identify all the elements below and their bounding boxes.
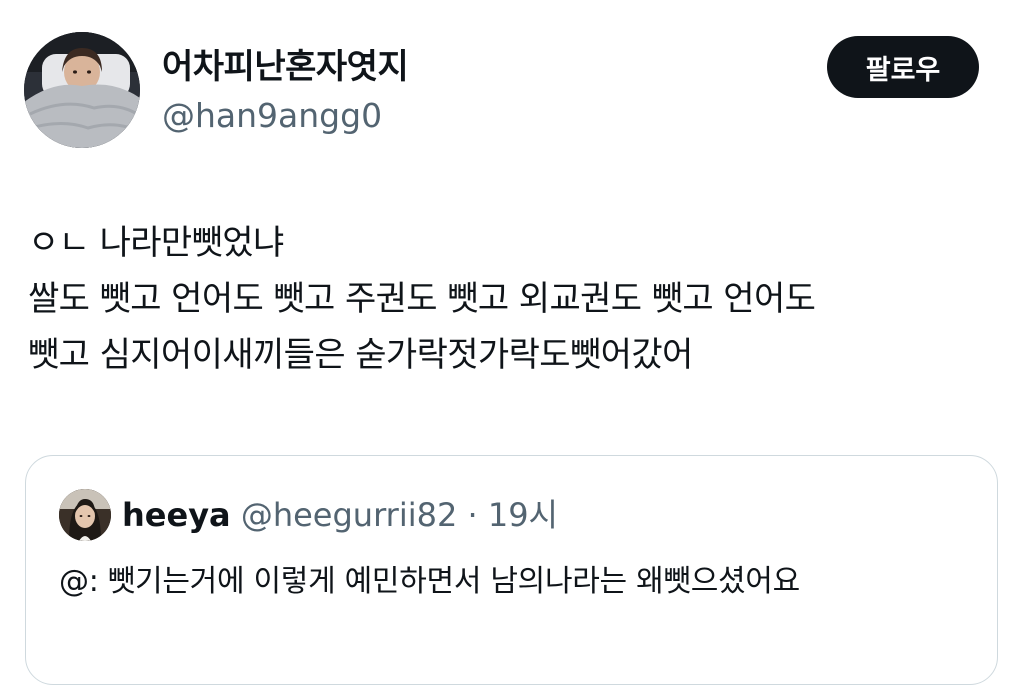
quoted-author-handle[interactable]: @heegurrii82: [241, 496, 458, 534]
quoted-author-name[interactable]: heeya: [122, 496, 231, 534]
quoted-tweet-card[interactable]: heeya @heegurrii82 · 19시 @: 뺏기는거에 이렇게 예민…: [25, 455, 998, 685]
author-avatar-photo: [24, 32, 140, 148]
tweet-text-line: 쌀도 뺏고 언어도 뺏고 주권도 뺏고 외교권도 뺏고 언어도: [28, 279, 816, 319]
quoted-author-avatar[interactable]: [59, 489, 111, 541]
separator-dot: ·: [467, 496, 478, 534]
follow-button[interactable]: 팔로우: [827, 36, 979, 98]
tweet-text-line: 뺏고 심지어이새끼들은 숟가락젓가락도뺏어갔어: [28, 335, 693, 375]
author-display-name[interactable]: 어차피난혼자엿지: [162, 44, 409, 90]
tweet-text-line: ㅇㄴ 나라만뺏었냐: [28, 223, 284, 263]
quoted-author-avatar-photo: [59, 489, 111, 541]
quoted-tweet-time[interactable]: 19시: [488, 496, 558, 534]
author-avatar[interactable]: [24, 32, 140, 148]
quoted-tweet-text: @: 뺏기는거에 이렇게 예민하면서 남의나라는 왜뺏으셨어요: [59, 564, 800, 599]
author-handle[interactable]: @han9angg0: [162, 94, 382, 138]
tweet-text: ㅇㄴ 나라만뺏었냐 쌀도 뺏고 언어도 뺏고 주권도 뺏고 외교권도 뺏고 언어…: [28, 215, 1008, 383]
quoted-tweet-header: heeya @heegurrii82 · 19시: [122, 494, 558, 536]
